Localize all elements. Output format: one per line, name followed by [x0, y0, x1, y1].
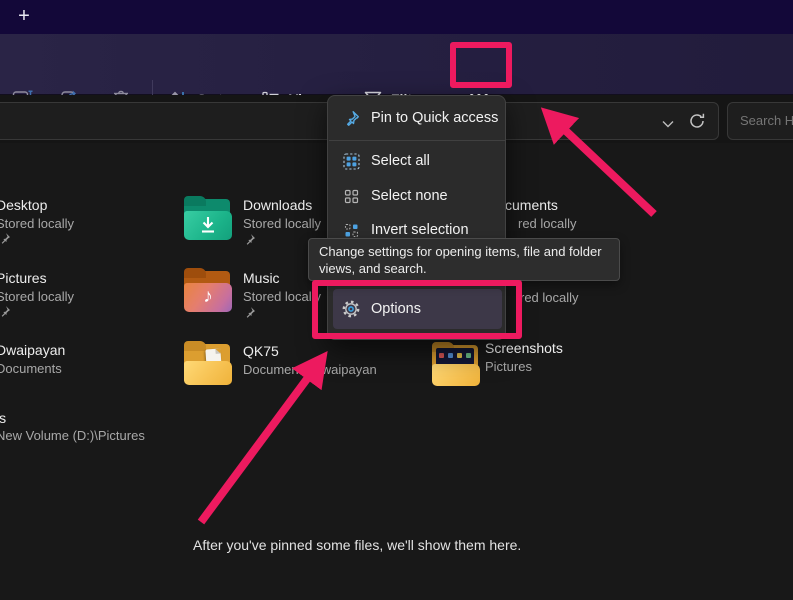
menu-item-label: Invert selection — [371, 222, 469, 238]
tile-name[interactable]: QK75 — [243, 343, 279, 359]
tile-name[interactable]: cuments — [505, 197, 558, 213]
pin-icon — [243, 233, 256, 246]
tile-subtitle: Pictures — [485, 359, 532, 374]
address-dropdown-chevron-icon[interactable] — [662, 115, 674, 133]
tile-subtitle: Documents — [0, 361, 62, 376]
menu-item-pin-to-quick-access[interactable]: Pin to Quick access — [333, 101, 502, 135]
tile-subtitle: Stored locally — [0, 216, 74, 231]
menu-item-select-all[interactable]: Select all — [333, 144, 502, 178]
tile-name[interactable]: Screenshots — [485, 340, 563, 356]
tile-subtitle: Documents\Dwaipayan — [243, 362, 377, 377]
tile-name[interactable]: Downloads — [243, 197, 312, 213]
tab-bar: + — [0, 0, 793, 34]
search-box[interactable] — [727, 102, 793, 140]
screenshots-folder-icon[interactable] — [432, 342, 480, 388]
file-explorer-window: + A Sort — [0, 0, 793, 600]
favorites-empty-message: After you've pinned some files, we'll sh… — [193, 537, 521, 553]
tile-subtitle: red locally — [518, 216, 577, 231]
tile-subtitle: Stored locally — [0, 289, 74, 304]
pin-icon — [342, 109, 360, 127]
refresh-icon[interactable] — [688, 112, 706, 135]
tile-name[interactable]: Dwaipayan — [0, 342, 65, 358]
tile-name[interactable]: ls — [0, 410, 6, 426]
menu-item-label: Options — [371, 301, 421, 317]
see-more-menu: Pin to Quick access Select all Select no… — [327, 95, 506, 340]
menu-item-options[interactable]: Options — [333, 289, 502, 329]
tile-subtitle: Stored locally — [243, 216, 321, 231]
qk75-folder-icon[interactable] — [184, 341, 232, 387]
menu-item-label: Pin to Quick access — [371, 110, 498, 126]
menu-separator — [329, 140, 505, 141]
tile-subtitle: red locally — [520, 290, 579, 305]
downloads-folder-icon[interactable] — [184, 196, 232, 242]
gear-icon — [342, 300, 360, 318]
music-folder-icon[interactable]: ♪ — [184, 268, 232, 314]
menu-item-label: Select none — [371, 188, 448, 204]
tooltip-line1: Change settings for opening items, file … — [319, 244, 609, 261]
tooltip-line2: views, and search. — [319, 261, 609, 278]
new-tab-button[interactable]: + — [12, 5, 36, 29]
pin-icon — [243, 306, 256, 319]
tile-subtitle: New Volume (D:)\Pictures — [0, 428, 145, 443]
select-none-icon — [342, 187, 360, 205]
menu-item-select-none[interactable]: Select none — [333, 179, 502, 213]
tile-name[interactable]: Music — [243, 270, 280, 286]
tile-subtitle: Stored locally — [243, 289, 321, 304]
menu-item-label: Select all — [371, 153, 430, 169]
pin-icon — [0, 305, 11, 318]
select-all-icon — [342, 152, 360, 170]
tile-name[interactable]: Desktop — [0, 197, 47, 213]
tile-name[interactable]: Pictures — [0, 270, 47, 286]
search-input[interactable] — [738, 112, 793, 129]
pin-icon — [0, 232, 11, 245]
command-toolbar: A Sort View — [0, 34, 793, 95]
options-tooltip: Change settings for opening items, file … — [308, 238, 620, 281]
invert-selection-icon — [342, 221, 360, 239]
